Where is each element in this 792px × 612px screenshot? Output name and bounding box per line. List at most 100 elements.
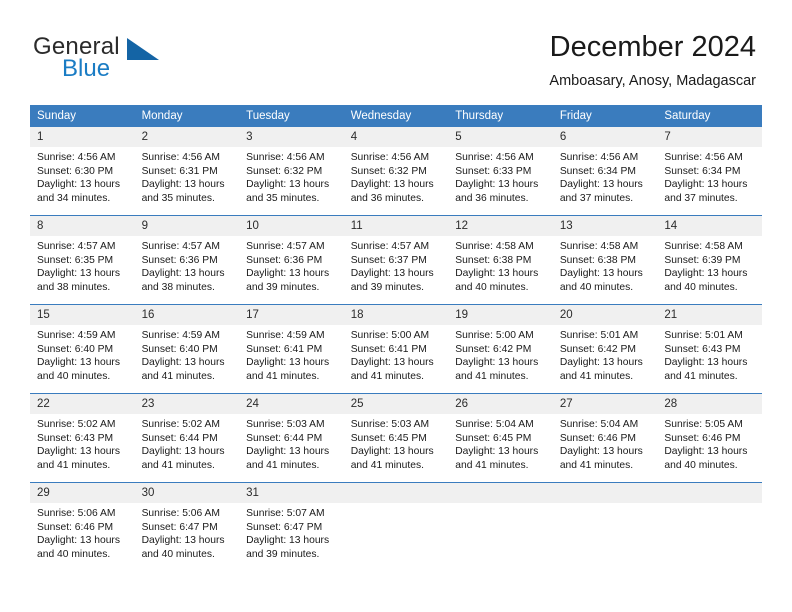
day-details: Sunrise: 5:01 AM Sunset: 6:43 PM Daylight:… [657,325,762,383]
day-details: Sunrise: 4:57 AM Sunset: 6:35 PM Daylight:… [30,236,135,294]
calendar-empty-cell [657,482,762,571]
sunset-text: Sunset: 6:40 PM [37,343,114,355]
day-number: 20 [552,305,658,325]
calendar-day-cell[interactable]: 4 Sunrise: 4:56 AM Sunset: 6:32 PM Daylight… [343,127,449,216]
calendar-day-cell[interactable]: 13 Sunrise: 4:58 AM Sunset: 6:38 PM Dayligh… [552,215,658,305]
daylight-text-line2: and 41 minutes. [350,459,424,471]
daylight-text-line2: and 39 minutes. [246,548,320,560]
sunrise-text: Sunrise: 4:56 AM [664,152,743,163]
day-number: 6 [552,127,658,147]
calendar-day-cell[interactable]: 28 Sunrise: 5:05 AM Sunset: 6:46 PM Dayligh… [657,393,762,483]
day-cell-inner: 1 Sunrise: 4:56 AM Sunset: 6:30 PM Daylight… [30,127,135,215]
calendar-day-cell[interactable]: 3 Sunrise: 4:56 AM Sunset: 6:32 PM Daylight… [239,127,344,216]
day-number: 15 [30,305,135,325]
day-number: 3 [239,127,344,147]
calendar-day-cell[interactable]: 8 Sunrise: 4:57 AM Sunset: 6:35 PM Daylight… [30,215,135,305]
sunrise-text: Sunrise: 4:59 AM [37,330,116,341]
calendar-day-cell[interactable]: 30 Sunrise: 5:06 AM Sunset: 6:47 PM Dayligh… [134,482,240,571]
sunset-text: Sunset: 6:47 PM [141,521,218,533]
day-cell-inner: 4 Sunrise: 4:56 AM Sunset: 6:32 PM Daylight… [343,127,449,215]
day-details: Sunrise: 4:59 AM Sunset: 6:41 PM Daylight:… [239,325,344,383]
calendar-day-cell[interactable]: 10 Sunrise: 4:57 AM Sunset: 6:36 PM Dayligh… [239,215,344,305]
day-cell-inner: 10 Sunrise: 4:57 AM Sunset: 6:36 PM Dayligh… [239,216,344,304]
calendar-day-cell[interactable]: 2 Sunrise: 4:56 AM Sunset: 6:31 PM Daylight… [134,127,240,216]
daylight-text-line2: and 40 minutes. [37,370,111,382]
calendar-day-cell[interactable]: 27 Sunrise: 5:04 AM Sunset: 6:46 PM Dayligh… [552,393,658,483]
daylight-text-line2: and 39 minutes. [350,281,424,293]
calendar-day-cell[interactable]: 20 Sunrise: 5:01 AM Sunset: 6:42 PM Dayligh… [552,304,658,394]
day-cell-inner: 8 Sunrise: 4:57 AM Sunset: 6:35 PM Daylight… [30,216,135,304]
calendar-day-cell[interactable]: 16 Sunrise: 4:59 AM Sunset: 6:40 PM Dayligh… [134,304,240,394]
day-number: 29 [30,483,135,503]
day-number [657,483,762,503]
calendar-day-cell[interactable]: 11 Sunrise: 4:57 AM Sunset: 6:37 PM Dayligh… [343,215,449,305]
daylight-text-line1: Daylight: 13 hours [559,446,643,458]
daylight-text-line2: and 40 minutes. [664,459,738,471]
calendar-day-cell[interactable]: 17 Sunrise: 4:59 AM Sunset: 6:41 PM Dayligh… [239,304,344,394]
calendar-day-cell[interactable]: 7 Sunrise: 4:56 AM Sunset: 6:34 PM Daylight… [657,127,762,216]
day-cell-inner [657,483,762,571]
day-cell-inner: 17 Sunrise: 4:59 AM Sunset: 6:41 PM Dayligh… [239,305,344,393]
daylight-text-line1: Daylight: 13 hours [664,268,748,280]
sunrise-text: Sunrise: 4:56 AM [246,152,325,163]
general-blue-logo[interactable]: General Blue [33,33,233,88]
sunrise-text: Sunrise: 5:03 AM [246,419,325,430]
day-details: Sunrise: 4:56 AM Sunset: 6:31 PM Daylight:… [135,147,240,205]
day-cell-inner: 20 Sunrise: 5:01 AM Sunset: 6:42 PM Dayligh… [552,305,658,393]
day-number: 24 [239,394,344,414]
day-cell-inner: 27 Sunrise: 5:04 AM Sunset: 6:46 PM Dayligh… [552,394,658,482]
calendar-day-cell[interactable]: 18 Sunrise: 5:00 AM Sunset: 6:41 PM Dayligh… [343,304,449,394]
daylight-text-line2: and 40 minutes. [664,281,738,293]
day-cell-inner: 13 Sunrise: 4:58 AM Sunset: 6:38 PM Dayligh… [552,216,658,304]
sunrise-text: Sunrise: 5:04 AM [559,419,639,430]
calendar-day-cell[interactable]: 21 Sunrise: 5:01 AM Sunset: 6:43 PM Dayligh… [657,304,762,394]
day-cell-inner [552,483,658,571]
calendar-day-cell[interactable]: 23 Sunrise: 5:02 AM Sunset: 6:44 PM Dayligh… [134,393,240,483]
daylight-text-line1: Daylight: 13 hours [246,535,330,547]
sunset-text: Sunset: 6:43 PM [664,343,741,355]
daylight-text-line1: Daylight: 13 hours [455,268,539,280]
calendar-day-cell[interactable]: 25 Sunrise: 5:03 AM Sunset: 6:45 PM Dayligh… [343,393,449,483]
daylight-text-line1: Daylight: 13 hours [246,357,330,369]
day-details: Sunrise: 5:07 AM Sunset: 6:47 PM Daylight:… [239,503,344,561]
calendar-day-cell[interactable]: 5 Sunrise: 4:56 AM Sunset: 6:33 PM Daylight… [448,127,553,216]
calendar-day-cell[interactable]: 14 Sunrise: 4:58 AM Sunset: 6:39 PM Dayligh… [657,215,762,305]
calendar-day-cell[interactable]: 31 Sunrise: 5:07 AM Sunset: 6:47 PM Dayligh… [239,482,344,571]
sunset-text: Sunset: 6:34 PM [559,165,636,177]
day-cell-inner: 29 Sunrise: 5:06 AM Sunset: 6:46 PM Dayligh… [30,483,135,571]
day-cell-inner: 11 Sunrise: 4:57 AM Sunset: 6:37 PM Dayligh… [343,216,449,304]
day-details: Sunrise: 4:56 AM Sunset: 6:32 PM Daylight:… [239,147,344,205]
day-number: 22 [30,394,135,414]
calendar-day-cell[interactable]: 1 Sunrise: 4:56 AM Sunset: 6:30 PM Daylight… [30,127,135,216]
calendar-day-cell[interactable]: 19 Sunrise: 5:00 AM Sunset: 6:42 PM Dayligh… [448,304,553,394]
sunset-text: Sunset: 6:46 PM [37,521,114,533]
day-number: 9 [134,216,240,236]
sunset-text: Sunset: 6:45 PM [350,432,427,444]
calendar-body: 1 Sunrise: 4:56 AM Sunset: 6:30 PM Daylight… [30,127,762,571]
calendar-day-cell[interactable]: 12 Sunrise: 4:58 AM Sunset: 6:38 PM Dayligh… [448,215,553,305]
day-details: Sunrise: 5:00 AM Sunset: 6:41 PM Daylight:… [344,325,449,383]
calendar-day-cell[interactable]: 15 Sunrise: 4:59 AM Sunset: 6:40 PM Dayligh… [30,304,135,394]
day-details: Sunrise: 5:03 AM Sunset: 6:45 PM Daylight:… [344,414,449,472]
daylight-text-line2: and 35 minutes. [246,192,320,204]
day-cell-inner: 3 Sunrise: 4:56 AM Sunset: 6:32 PM Daylight… [239,127,344,215]
day-cell-inner: 16 Sunrise: 4:59 AM Sunset: 6:40 PM Dayligh… [134,305,240,393]
location-subtitle: Amboasary, Anosy, Madagascar [549,73,756,89]
calendar-day-cell[interactable]: 9 Sunrise: 4:57 AM Sunset: 6:36 PM Daylight… [134,215,240,305]
day-details: Sunrise: 4:56 AM Sunset: 6:30 PM Daylight:… [30,147,135,205]
calendar-day-cell[interactable]: 29 Sunrise: 5:06 AM Sunset: 6:46 PM Dayligh… [30,482,135,571]
sunset-text: Sunset: 6:41 PM [350,343,427,355]
calendar-day-cell[interactable]: 24 Sunrise: 5:03 AM Sunset: 6:44 PM Dayligh… [239,393,344,483]
day-cell-inner: 12 Sunrise: 4:58 AM Sunset: 6:38 PM Dayligh… [448,216,553,304]
day-number: 1 [30,127,135,147]
weekday-header-thursday: Thursday [448,105,553,127]
day-details: Sunrise: 5:02 AM Sunset: 6:44 PM Daylight:… [135,414,240,472]
sunset-text: Sunset: 6:39 PM [664,254,741,266]
calendar-day-cell[interactable]: 6 Sunrise: 4:56 AM Sunset: 6:34 PM Daylight… [552,127,658,216]
day-cell-inner [448,483,553,571]
calendar-day-cell[interactable]: 26 Sunrise: 5:04 AM Sunset: 6:45 PM Dayligh… [448,393,553,483]
daylight-text-line1: Daylight: 13 hours [37,268,120,280]
calendar-day-cell[interactable]: 22 Sunrise: 5:02 AM Sunset: 6:43 PM Dayligh… [30,393,135,483]
sunrise-text: Sunrise: 5:00 AM [455,330,534,341]
day-cell-inner: 31 Sunrise: 5:07 AM Sunset: 6:47 PM Dayligh… [239,483,344,571]
